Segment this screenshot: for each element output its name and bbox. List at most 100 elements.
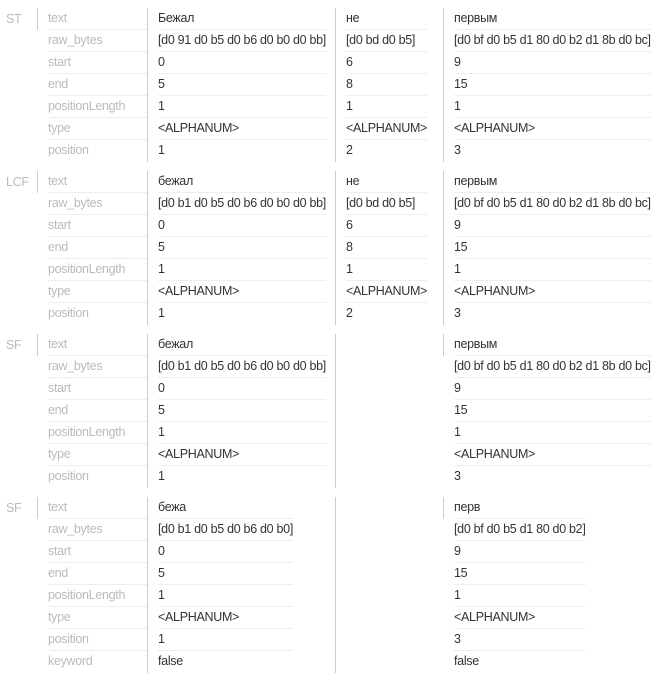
token-start: 0 bbox=[158, 52, 326, 74]
token-end: 15 bbox=[454, 400, 651, 422]
token-start: 0 bbox=[158, 541, 293, 563]
token-end: 15 bbox=[454, 563, 586, 585]
token-values: не [d0 bd d0 b5] 6 8 1 <ALPHANUM> 2 bbox=[346, 8, 427, 161]
token-position: 1 bbox=[158, 306, 165, 320]
attribute-label: type bbox=[48, 281, 147, 303]
token-start: 0 bbox=[158, 378, 326, 400]
token-text: первым bbox=[454, 8, 651, 30]
token-start: 9 bbox=[454, 541, 586, 563]
attribute-labels: text raw_bytes start end positionLength type p… bbox=[37, 171, 147, 325]
attribute-label: text bbox=[48, 497, 147, 519]
attribute-label: type bbox=[48, 444, 147, 466]
token-positionLength: 1 bbox=[346, 96, 428, 118]
attribute-label: positionLength bbox=[48, 96, 147, 118]
attribute-label: position bbox=[48, 143, 89, 157]
token-column: бежал [d0 b1 d0 b5 d0 b6 d0 b0 d0 bb] 0 5 1 <… bbox=[147, 334, 335, 488]
token-end: 5 bbox=[158, 237, 326, 259]
token-position: 3 bbox=[454, 629, 586, 651]
token-type: <ALPHANUM> bbox=[158, 281, 326, 303]
token-values: бежа [d0 b1 d0 b5 d0 b6 d0 b0] 0 5 1 <ALPHANU… bbox=[158, 497, 293, 672]
token-raw-bytes: [d0 bd d0 b5] bbox=[346, 193, 428, 215]
token-column: первым [d0 bf d0 b5 d1 80 d0 b2 d1 8b d0 … bbox=[443, 171, 667, 325]
attribute-label: keyword bbox=[48, 654, 93, 668]
token-values: не [d0 bd d0 b5] 6 8 1 <ALPHANUM> 2 bbox=[346, 171, 427, 324]
token-column: перв [d0 bf d0 b5 d1 80 d0 b2] 9 15 1 <ALPHAN… bbox=[443, 497, 667, 673]
token-end: 5 bbox=[158, 400, 326, 422]
token-raw-bytes: [d0 b1 d0 b5 d0 b6 d0 b0 d0 bb] bbox=[158, 356, 326, 378]
token-values: бежал [d0 b1 d0 b5 d0 b6 d0 b0 d0 bb] 0 5 1 <… bbox=[158, 171, 326, 324]
attribute-labels: text raw_bytes start end positionLength type p… bbox=[37, 334, 147, 488]
token-text: Бежал bbox=[158, 8, 326, 30]
attribute-label: end bbox=[48, 400, 147, 422]
token-type: <ALPHANUM> bbox=[454, 281, 651, 303]
attribute-label: position bbox=[48, 306, 89, 320]
token-positionLength: 1 bbox=[454, 422, 651, 444]
token-start: 0 bbox=[158, 215, 326, 237]
attribute-label: raw_bytes bbox=[48, 519, 147, 541]
token-position: 3 bbox=[454, 143, 461, 157]
token-raw-bytes: [d0 b1 d0 b5 d0 b6 d0 b0 d0 bb] bbox=[158, 193, 326, 215]
empty-token-column bbox=[335, 334, 443, 488]
token-start: 9 bbox=[454, 215, 651, 237]
token-type: <ALPHANUM> bbox=[158, 444, 326, 466]
token-column: первым [d0 bf d0 b5 d1 80 d0 b2 d1 8b d0 … bbox=[443, 334, 667, 488]
empty-token-column bbox=[335, 497, 443, 673]
attribute-label: text bbox=[48, 334, 147, 356]
token-start: 6 bbox=[346, 52, 428, 74]
attribute-label: start bbox=[48, 378, 147, 400]
attribute-label: raw_bytes bbox=[48, 30, 147, 52]
token-column: бежа [d0 b1 d0 b5 d0 b6 d0 b0] 0 5 1 <ALPHANU… bbox=[147, 497, 335, 673]
token-values: бежал [d0 b1 d0 b5 d0 b6 d0 b0 d0 bb] 0 5 1 <… bbox=[158, 334, 326, 487]
token-text: перв bbox=[454, 497, 586, 519]
token-end: 15 bbox=[454, 74, 651, 96]
token-position: 2 bbox=[346, 143, 353, 157]
attribute-labels: text raw_bytes start end positionLength type p… bbox=[37, 497, 147, 673]
token-column: бежал [d0 b1 d0 b5 d0 b6 d0 b0 d0 bb] 0 5 1 <… bbox=[147, 171, 335, 325]
attribute-label: type bbox=[48, 118, 147, 140]
token-positionLength: 1 bbox=[454, 585, 586, 607]
attribute-label: end bbox=[48, 563, 147, 585]
token-end: 5 bbox=[158, 563, 293, 585]
attribute-label: positionLength bbox=[48, 422, 147, 444]
token-position: 2 bbox=[346, 306, 353, 320]
token-positionLength: 1 bbox=[158, 585, 293, 607]
token-text: первым bbox=[454, 171, 651, 193]
token-keyword: false bbox=[158, 654, 183, 668]
token-position: 1 bbox=[158, 629, 293, 651]
token-raw-bytes: [d0 bf d0 b5 d1 80 d0 b2] bbox=[454, 519, 586, 541]
token-position: 3 bbox=[454, 306, 461, 320]
token-raw-bytes: [d0 91 d0 b5 d0 b6 d0 b0 d0 bb] bbox=[158, 30, 326, 52]
token-type: <ALPHANUM> bbox=[454, 444, 651, 466]
token-type: <ALPHANUM> bbox=[158, 607, 293, 629]
attribute-label: start bbox=[48, 52, 147, 74]
token-positionLength: 1 bbox=[158, 96, 326, 118]
token-end: 15 bbox=[454, 237, 651, 259]
attribute-label: start bbox=[48, 541, 147, 563]
token-positionLength: 1 bbox=[454, 259, 651, 281]
token-start: 9 bbox=[454, 52, 651, 74]
stage-name: LCF bbox=[6, 175, 29, 189]
token-column: не [d0 bd d0 b5] 6 8 1 <ALPHANUM> 2 bbox=[335, 8, 443, 162]
stage-name: SF bbox=[6, 501, 22, 515]
token-raw-bytes: [d0 bf d0 b5 d1 80 d0 b2 d1 8b d0 bc] bbox=[454, 356, 651, 378]
token-text: не bbox=[346, 171, 428, 193]
token-start: 9 bbox=[454, 378, 651, 400]
attribute-label: position bbox=[48, 469, 89, 483]
attribute-label: raw_bytes bbox=[48, 356, 147, 378]
token-type: <ALPHANUM> bbox=[346, 118, 427, 140]
token-positionLength: 1 bbox=[454, 96, 651, 118]
token-column: не [d0 bd d0 b5] 6 8 1 <ALPHANUM> 2 bbox=[335, 171, 443, 325]
attribute-label: positionLength bbox=[48, 259, 147, 281]
attribute-label: positionLength bbox=[48, 585, 147, 607]
attribute-label: position bbox=[48, 629, 147, 651]
attribute-label: type bbox=[48, 607, 147, 629]
token-raw-bytes: [d0 bf d0 b5 d1 80 d0 b2 d1 8b d0 bc] bbox=[454, 30, 651, 52]
token-type: <ALPHANUM> bbox=[346, 281, 427, 303]
attribute-label: raw_bytes bbox=[48, 193, 147, 215]
token-text: бежа bbox=[158, 497, 293, 519]
token-start: 6 bbox=[346, 215, 428, 237]
token-type: <ALPHANUM> bbox=[454, 607, 586, 629]
attribute-label: end bbox=[48, 74, 147, 96]
token-end: 8 bbox=[346, 74, 428, 96]
token-position: 3 bbox=[454, 469, 461, 483]
